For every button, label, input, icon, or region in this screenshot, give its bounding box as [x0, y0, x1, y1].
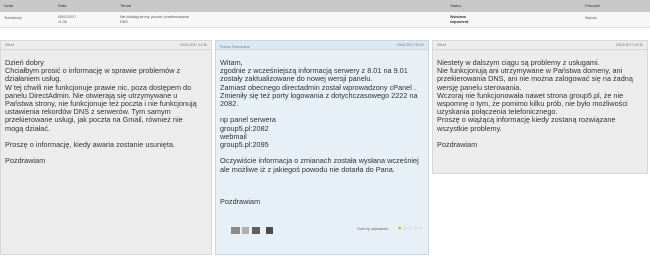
star-icon[interactable]: ☆	[417, 226, 422, 232]
row-topic[interactable]: Nie działają strony, poczta i przekierow…	[120, 15, 189, 24]
message-author: Klient	[437, 43, 446, 47]
message-header: Klient 09/01/2017 11:36	[1, 41, 211, 50]
attachment-thumbnail[interactable]	[252, 227, 260, 234]
header-status[interactable]: Status	[450, 3, 461, 8]
header-date[interactable]: Data	[58, 3, 66, 8]
message-author: Pomoc Techniczna	[220, 45, 250, 49]
attachment-thumbnail[interactable]	[266, 227, 273, 234]
row-priority: Wysoki	[585, 16, 597, 20]
message-panel-client-2: Klient 18/01/2017 04:30 Niestety w dalsz…	[432, 40, 648, 174]
message-header: Klient 18/01/2017 04:30	[433, 41, 647, 50]
attachment-thumbnail[interactable]	[242, 227, 249, 234]
rating-stars[interactable]: ★☆☆☆☆	[397, 225, 423, 232]
message-body: Niestety w dalszym ciągu są problemy z u…	[437, 58, 633, 150]
message-date: 10/01/2017 09:22	[396, 43, 424, 47]
header-priority[interactable]: Priorytet	[585, 3, 600, 8]
message-author: Klient	[5, 43, 14, 47]
message-panel-support: Pomoc Techniczna 10/01/2017 09:22 Witam,…	[215, 40, 429, 255]
message-body: Dzień dobry Chciałbym prosić o informacj…	[5, 58, 197, 166]
attachment-thumbnail[interactable]	[231, 227, 240, 234]
message-header: Pomoc Techniczna 10/01/2017 09:22	[216, 41, 428, 50]
row-date: 09/01/2017 11:36	[58, 15, 76, 24]
header-kind[interactable]: Dział	[4, 3, 13, 8]
table-row[interactable]: Techniczny 09/01/2017 11:36 Nie działają…	[0, 12, 650, 28]
row-kind: Techniczny	[4, 16, 22, 20]
rating-label: Oceń tę odpowiedź:	[357, 227, 389, 231]
message-date: 18/01/2017 04:30	[615, 43, 643, 47]
header-topic[interactable]: Temat	[120, 3, 131, 8]
table-header: Dział Data Temat Status Priorytet	[0, 0, 650, 12]
message-panel-client-1: Klient 09/01/2017 11:36 Dzień dobry Chci…	[0, 40, 212, 255]
message-date: 09/01/2017 11:36	[180, 43, 207, 47]
row-status: Wsłstano odpowiedź	[450, 15, 469, 24]
message-body: Witam, zgodnie z wcześniejszą informacją…	[220, 58, 419, 207]
